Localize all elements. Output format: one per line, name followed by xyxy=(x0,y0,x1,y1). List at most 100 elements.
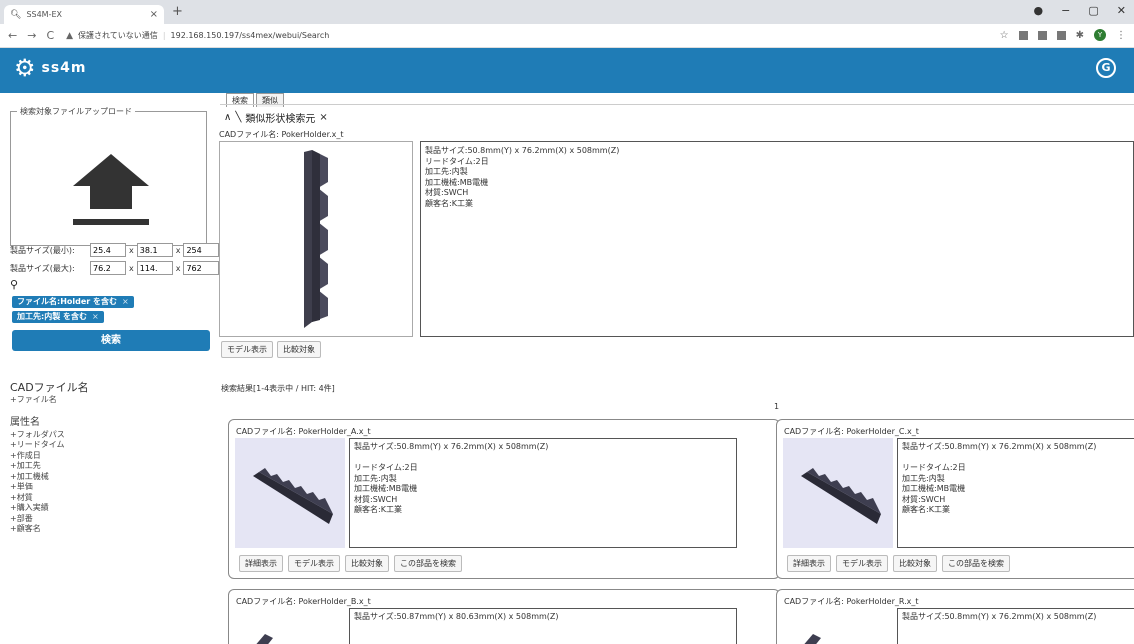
facet-list: CADファイル名 +ファイル名 属性名 +フォルダパス +リードタイム +作成日… xyxy=(10,379,89,535)
warning-icon: ▲ xyxy=(66,30,74,41)
tab-close-icon[interactable]: × xyxy=(150,9,158,20)
card-info-line: 加工機械:MB電機 xyxy=(354,484,418,493)
card-info-line: 製品サイズ:50.8mm(Y) x 76.2mm(X) x 508mm(Z) xyxy=(354,442,549,451)
card-info-line: 顧客名:K工業 xyxy=(902,505,950,514)
compare-button[interactable]: 比較対象 xyxy=(893,555,937,572)
extension-icon[interactable] xyxy=(1018,30,1028,40)
query-info-line: 製品サイズ:50.8mm(Y) x 76.2mm(X) x 508mm(Z) xyxy=(425,146,620,155)
settings-gear-icon[interactable]: G xyxy=(1096,58,1116,78)
model-view-button[interactable]: モデル表示 xyxy=(221,341,273,358)
search-this-part-button[interactable]: この部品を検索 xyxy=(942,555,1010,572)
facet-item[interactable]: +ファイル名 xyxy=(10,395,89,406)
card-info-line: 顧客名:K工業 xyxy=(354,505,402,514)
query-info-line: 加工機械:MB電機 xyxy=(425,177,489,187)
minimize-button[interactable]: − xyxy=(1061,4,1070,17)
size-max-row: 製品サイズ(最大): x x xyxy=(10,259,220,277)
facet-item[interactable]: +リードタイム xyxy=(10,440,89,451)
filter-chip[interactable]: ファイル名:Holder を含む × xyxy=(12,296,134,308)
url-field[interactable]: ▲ 保護されていない通信 | 192.168.150.197/ss4mex/we… xyxy=(66,30,329,41)
forward-icon[interactable]: → xyxy=(27,29,36,42)
card-thumbnail[interactable] xyxy=(235,438,345,548)
star-icon[interactable]: ☆ xyxy=(1000,30,1009,41)
card-info-line: 材質:SWCH xyxy=(902,494,946,504)
card-title: CADファイル名: PokerHolder_C.x_t xyxy=(784,427,919,436)
browser-tab[interactable]: 🔍︎ SS4M-EX × xyxy=(4,5,164,24)
facet-item[interactable]: +作成日 xyxy=(10,451,89,462)
avatar[interactable]: Y xyxy=(1094,29,1106,41)
query-buttons: モデル表示 比較対象 xyxy=(221,341,321,358)
facet-item[interactable]: +部番 xyxy=(10,514,89,525)
maximize-button[interactable]: ▢ xyxy=(1088,4,1098,17)
back-icon[interactable]: ← xyxy=(8,29,17,42)
extension-icon[interactable] xyxy=(1037,30,1047,40)
card-thumbnail[interactable] xyxy=(783,608,893,644)
new-tab-button[interactable]: + xyxy=(172,4,183,19)
model-view-button[interactable]: モデル表示 xyxy=(288,555,340,572)
address-bar: ← → C ▲ 保護されていない通信 | 192.168.150.197/ss4… xyxy=(0,24,1134,48)
facet-item[interactable]: +加工機械 xyxy=(10,472,89,483)
facet-item[interactable]: +単価 xyxy=(10,482,89,493)
menu-icon[interactable]: ⋮ xyxy=(1116,30,1126,41)
card-info-line xyxy=(902,453,1133,464)
size-max-y-input[interactable] xyxy=(90,261,126,275)
detail-button[interactable]: 詳細表示 xyxy=(239,555,283,572)
extension-icon[interactable] xyxy=(1056,30,1066,40)
upload-bar xyxy=(73,219,149,225)
size-min-y-input[interactable] xyxy=(90,243,126,257)
close-window-button[interactable]: ✕ xyxy=(1117,4,1126,17)
size-max-z-input[interactable] xyxy=(183,261,220,275)
query-title: 類似形状検索元 xyxy=(245,114,316,125)
card-thumbnail[interactable] xyxy=(783,438,893,548)
app-header: ⚙ ss4m G xyxy=(0,48,1134,93)
query-header: ∧ ╲ 類似形状検索元 × xyxy=(224,110,328,125)
query-close-icon[interactable]: × xyxy=(319,112,327,123)
size-separator: x xyxy=(175,245,181,255)
filter-chip[interactable]: 加工先:内製 を含む × xyxy=(12,311,104,323)
facet-item[interactable]: +材質 xyxy=(10,493,89,504)
facet-item[interactable]: +顧客名 xyxy=(10,524,89,535)
card-buttons: 詳細表示 モデル表示 比較対象 この部品を検索 xyxy=(787,555,1010,572)
facet-item[interactable]: +購入実績 xyxy=(10,503,89,514)
compare-button[interactable]: 比較対象 xyxy=(277,341,321,358)
chip-close-icon[interactable]: × xyxy=(92,311,99,323)
filter-search-icon[interactable]: ⚲ xyxy=(10,278,18,291)
facet-item[interactable]: +フォルダパス xyxy=(10,430,89,441)
chip-close-icon[interactable]: × xyxy=(122,296,129,308)
card-info-box: 製品サイズ:50.87mm(Y) x 80.63mm(X) x 508mm(Z) xyxy=(349,608,737,644)
card-thumbnail[interactable] xyxy=(235,608,345,644)
size-min-x-input[interactable] xyxy=(136,243,173,257)
tab-title: SS4M-EX xyxy=(26,10,63,19)
page-number[interactable]: 1 xyxy=(774,402,779,411)
upload-arrow-stem xyxy=(90,185,132,209)
model-view-button[interactable]: モデル表示 xyxy=(836,555,888,572)
size-max-label: 製品サイズ(最大): xyxy=(10,263,75,273)
facet-attr-heading: 属性名 xyxy=(10,416,40,428)
compare-button[interactable]: 比較対象 xyxy=(345,555,389,572)
query-file-label: CADファイル名: PokerHolder.x_t xyxy=(219,130,344,139)
card-title: CADファイル名: PokerHolder_R.x_t xyxy=(784,597,919,606)
url-text: 192.168.150.197/ss4mex/webui/Search xyxy=(170,31,330,40)
facet-item[interactable]: +加工先 xyxy=(10,461,89,472)
detail-button[interactable]: 詳細表示 xyxy=(787,555,831,572)
puzzle-icon[interactable]: ✱ xyxy=(1076,30,1084,41)
result-card: CADファイル名: PokerHolder_B.x_t 製品サイズ:50.87m… xyxy=(228,589,780,644)
upload-dropzone[interactable]: 検索対象ファイルアップロード xyxy=(10,106,207,246)
collapse-icon[interactable]: ∧ xyxy=(224,112,231,123)
holder-vertical-icon xyxy=(304,150,328,328)
tab-divider xyxy=(220,104,1134,105)
card-info-box: 製品サイズ:50.8mm(Y) x 76.2mm(X) x 508mm(Z) リ… xyxy=(349,438,737,548)
gear-logo-icon: ⚙ xyxy=(14,54,36,82)
card-info-line: 加工機械:MB電機 xyxy=(902,484,966,493)
reload-icon[interactable]: C xyxy=(46,29,54,42)
filter-chip-label: ファイル名:Holder を含む xyxy=(17,297,118,306)
search-button[interactable]: 検索 xyxy=(12,330,210,351)
profile-dot-icon[interactable]: ● xyxy=(1034,4,1044,17)
search-this-part-button[interactable]: この部品を検索 xyxy=(394,555,462,572)
holder-diagonal-icon xyxy=(801,468,881,524)
size-max-x-input[interactable] xyxy=(136,261,173,275)
card-info-line xyxy=(354,453,732,464)
size-min-z-input[interactable] xyxy=(183,243,220,257)
upload-arrow-icon xyxy=(73,154,149,186)
results-summary: 検索結果[1-4表示中 / HIT: 4件] xyxy=(221,384,335,393)
result-card: CADファイル名: PokerHolder_A.x_t 製品サイズ:50.8mm… xyxy=(228,419,780,579)
